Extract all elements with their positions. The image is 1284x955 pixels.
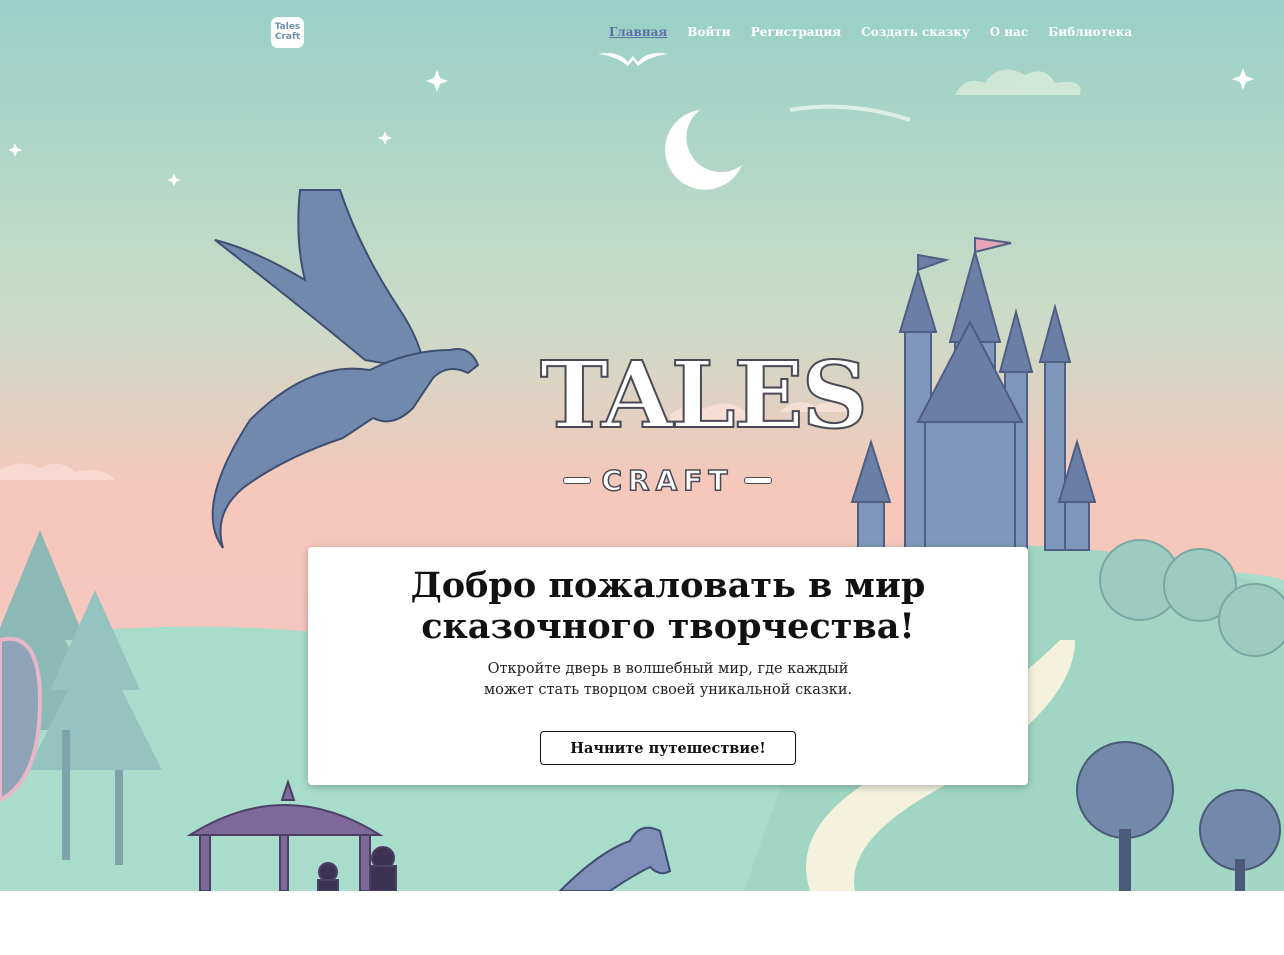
nav-link-register[interactable]: Регистрация — [741, 22, 851, 42]
logo-subtitle-row: CRAFT — [540, 462, 795, 498]
nav-link-home[interactable]: Главная — [599, 22, 677, 42]
main-nav: Главная Войти Регистрация Создать сказку… — [599, 22, 1142, 42]
nav-link-library[interactable]: Библиотека — [1038, 22, 1142, 42]
logo-title: TALES — [539, 340, 869, 450]
logo-dash-right — [743, 476, 772, 484]
welcome-card: Добро пожаловать в мир сказочного творче… — [308, 547, 1028, 785]
logo-subtitle: CRAFT — [601, 463, 734, 498]
hero-section: Tales Craft Главная Войти Регистрация Со… — [0, 0, 1284, 891]
nav-link-login[interactable]: Войти — [677, 22, 740, 42]
logo-line-1: Tales — [274, 22, 301, 32]
tales-craft-logo: TALES CRAFT — [539, 340, 869, 500]
start-journey-button[interactable]: Начните путешествие! — [540, 731, 796, 765]
logo-line-2: Craft — [274, 32, 301, 42]
welcome-description: Откройте дверь в волшебный мир, где кажд… — [483, 661, 853, 698]
welcome-title: Добро пожаловать в мир сказочного творче… — [410, 565, 926, 647]
nav-ornament-icon — [598, 53, 668, 66]
logo-dash-left — [563, 476, 592, 484]
nav-link-about[interactable]: О нас — [980, 22, 1039, 42]
site-logo[interactable]: Tales Craft — [271, 17, 304, 48]
nav-link-create-tale[interactable]: Создать сказку — [851, 22, 980, 42]
